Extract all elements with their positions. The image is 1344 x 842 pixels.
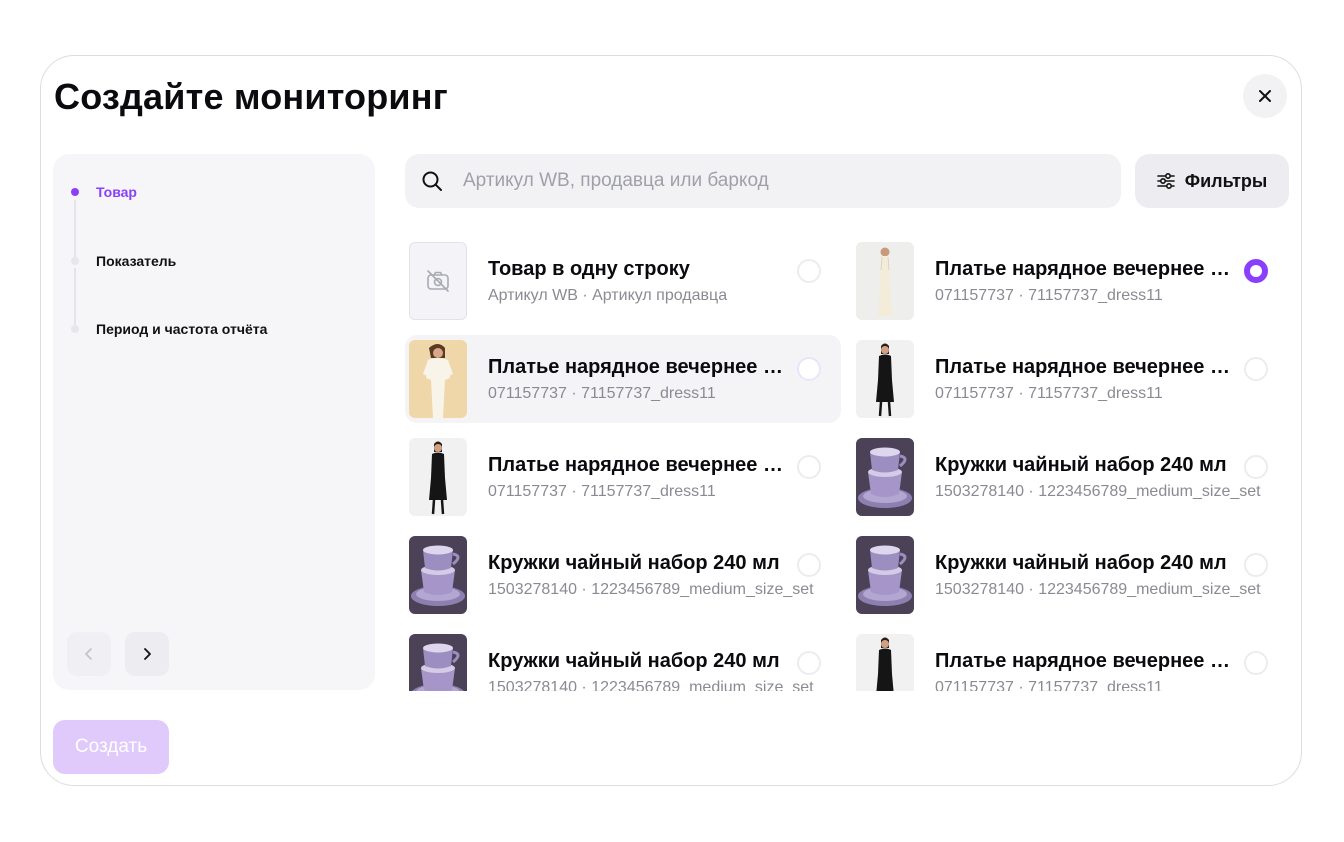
image-unavailable-icon <box>427 270 449 292</box>
product-item[interactable]: Платье нарядное вечернее вечернее 071157… <box>405 335 841 423</box>
step-connector <box>74 200 76 258</box>
dress-photo <box>856 634 914 691</box>
step-product[interactable]: Товар <box>71 184 137 200</box>
product-meta: 071157737 · 71157737_dress11 <box>935 287 1163 304</box>
step-connector <box>74 268 76 326</box>
product-name: Платье нарядное вечернее вечернее <box>488 356 793 378</box>
dress-photo <box>856 242 914 320</box>
search-input[interactable] <box>461 169 1121 193</box>
product-item[interactable]: Кружки чайный набор 240 мл 1503278140 · … <box>405 531 841 619</box>
search-bar[interactable] <box>405 154 1121 208</box>
product-image <box>856 438 914 516</box>
cups-photo <box>856 438 914 516</box>
product-item[interactable]: Кружки чайный набор 240 мл 1503278140 · … <box>405 629 841 691</box>
product-item[interactable]: Платье нарядное вечернее вечернее 071157… <box>852 237 1288 325</box>
product-radio[interactable] <box>1244 455 1268 479</box>
product-radio[interactable] <box>797 651 821 675</box>
close-button[interactable] <box>1243 74 1287 118</box>
product-name: Кружки чайный набор 240 мл <box>488 650 780 672</box>
product-radio[interactable] <box>797 259 821 283</box>
product-name: Платье нарядное вечернее вечернее <box>935 258 1240 280</box>
step-dot <box>71 325 79 333</box>
next-step-button[interactable] <box>125 632 169 676</box>
product-meta: 071157737 · 71157737_dress11 <box>488 385 716 402</box>
product-radio[interactable] <box>797 455 821 479</box>
product-image-placeholder <box>409 242 467 320</box>
product-item[interactable]: Кружки чайный набор 240 мл 1503278140 · … <box>852 433 1288 521</box>
step-metric[interactable]: Показатель <box>71 253 176 269</box>
product-radio[interactable] <box>797 553 821 577</box>
product-radio[interactable] <box>1244 553 1268 577</box>
product-radio-selected[interactable] <box>1244 259 1268 283</box>
product-meta: 071157737 · 71157737_dress11 <box>935 385 1163 402</box>
product-image <box>856 634 914 691</box>
product-name: Платье нарядное вечернее вечернее <box>935 356 1240 378</box>
chevron-left-icon <box>85 648 92 660</box>
step-label: Показатель <box>96 253 177 269</box>
product-image <box>409 536 467 614</box>
product-meta: 1503278140 · 1223456789_medium_size_set <box>935 581 1261 598</box>
cups-photo <box>856 536 914 614</box>
product-name: Товар в одну строку <box>488 258 690 280</box>
product-meta: 1503278140 · 1223456789_medium_size_set <box>488 679 814 691</box>
steps-panel: Товар Показатель Период и частота отчёта <box>53 154 375 690</box>
product-radio[interactable] <box>1244 651 1268 675</box>
product-meta: Артикул WB · Артикул продавца <box>488 287 728 304</box>
close-icon <box>1259 90 1271 102</box>
step-navigation <box>67 632 169 676</box>
prev-step-button[interactable] <box>67 632 111 676</box>
product-name: Кружки чайный набор 240 мл <box>935 552 1227 574</box>
product-name: Платье нарядное вечернее вечернее <box>488 454 793 476</box>
step-label: Период и частота отчёта <box>96 321 268 337</box>
step-period[interactable]: Период и частота отчёта <box>71 321 267 337</box>
product-item[interactable]: Товар в одну строку Артикул WB · Артикул… <box>405 237 841 325</box>
step-dot <box>71 257 79 265</box>
product-meta: 1503278140 · 1223456789_medium_size_set <box>935 483 1261 500</box>
product-image <box>409 340 467 418</box>
product-meta: 071157737 · 71157737_dress11 <box>488 483 716 500</box>
product-list: Товар в одну строку Артикул WB · Артикул… <box>405 237 1289 691</box>
product-image <box>856 242 914 320</box>
product-meta: 071157737 · 71157737_dress11 <box>935 679 1163 691</box>
product-meta: 1503278140 · 1223456789_medium_size_set <box>488 581 814 598</box>
product-item[interactable]: Кружки чайный набор 240 мл 1503278140 · … <box>852 531 1288 619</box>
product-name: Кружки чайный набор 240 мл <box>935 454 1227 476</box>
chevron-right-icon <box>144 648 151 660</box>
product-item[interactable]: Платье нарядное вечернее вечернее 071157… <box>852 629 1288 691</box>
product-name: Кружки чайный набор 240 мл <box>488 552 780 574</box>
filter-sliders-icon <box>1156 172 1175 190</box>
search-icon <box>422 171 442 191</box>
create-button[interactable]: Создать <box>53 720 169 774</box>
product-item[interactable]: Платье нарядное вечернее вечернее 071157… <box>852 335 1288 423</box>
cups-photo <box>409 634 467 691</box>
step-label: Товар <box>96 184 137 200</box>
dress-photo <box>409 340 467 418</box>
product-image <box>409 438 467 516</box>
cups-photo <box>409 536 467 614</box>
product-image <box>856 340 914 418</box>
product-radio[interactable] <box>797 357 821 381</box>
filters-button[interactable]: Фильтры <box>1135 154 1289 208</box>
product-image <box>409 634 467 691</box>
product-name: Платье нарядное вечернее вечернее <box>935 650 1240 672</box>
dialog-title: Создайте мониторинг <box>54 76 448 117</box>
step-dot <box>71 188 79 196</box>
dress-photo <box>409 438 467 516</box>
product-image <box>856 536 914 614</box>
filters-label: Фильтры <box>1184 170 1268 191</box>
product-radio[interactable] <box>1244 357 1268 381</box>
product-item[interactable]: Платье нарядное вечернее вечернее 071157… <box>405 433 841 521</box>
dress-photo <box>856 340 914 418</box>
create-monitoring-dialog: Создайте мониторинг Товар Показатель Пер… <box>40 55 1302 786</box>
